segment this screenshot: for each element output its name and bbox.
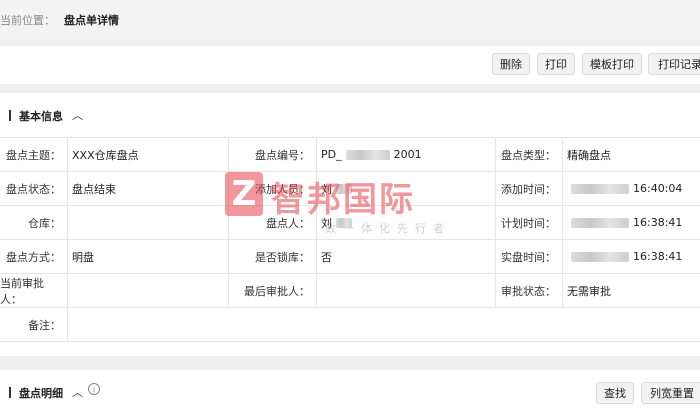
redacted-block — [336, 217, 352, 228]
subject-value: XXX仓库盘点 — [67, 138, 229, 171]
table-row: 盘点状态： 盘点结束 添加人员： 刘 添加时间： 16:40:04 — [0, 172, 700, 206]
adder-name: 刘 — [321, 182, 332, 196]
actualtime-value: 16:38:41 — [562, 240, 700, 273]
detail-title: 盘点明细 — [19, 387, 63, 400]
field-label: 盘点编号： — [255, 148, 310, 162]
chevron-up-icon[interactable]: ︿ — [72, 107, 83, 123]
section-marker — [9, 387, 11, 398]
field-label: 仓库： — [28, 216, 61, 230]
redacted-block — [345, 149, 390, 160]
basic-info-header[interactable]: 基本信息 ︿ — [0, 93, 700, 138]
redacted-block — [571, 183, 629, 194]
code-suffix: 2001 — [393, 148, 422, 161]
page-title: 盘点单详情 — [64, 14, 119, 27]
field-label: 是否锁库： — [255, 250, 310, 264]
delete-button[interactable]: 删除 — [492, 53, 530, 75]
method-value: 明盘 — [67, 240, 229, 273]
field-label: 备注： — [28, 318, 61, 332]
redacted-block — [571, 217, 629, 228]
section-marker — [9, 110, 11, 121]
field-label: 实盘时间： — [501, 250, 556, 264]
field-label: 盘点主题： — [6, 148, 61, 162]
code-value: PD_ 2001 — [316, 138, 496, 171]
actualtime-time: 16:38:41 — [633, 250, 683, 263]
redacted-block — [336, 183, 352, 194]
table-row: 盘点方式： 明盘 是否锁库： 否 实盘时间： 16:38:41 — [0, 240, 700, 274]
redacted-block — [571, 251, 629, 262]
field-label: 计划时间： — [501, 216, 556, 230]
field-label: 最后审批人： — [244, 284, 310, 298]
info-icon[interactable]: i — [88, 383, 100, 395]
status-value: 盘点结束 — [67, 172, 229, 205]
table-row: 当前审批人： 最后审批人： 审批状态： 无需审批 — [0, 274, 700, 308]
addtime-value: 16:40:04 — [562, 172, 700, 205]
type-value: 精确盘点 — [562, 138, 700, 171]
print-log-button[interactable]: 打印记录 — [648, 53, 700, 75]
basic-info-title: 基本信息 — [19, 110, 63, 123]
warehouse-value — [67, 206, 229, 239]
chevron-up-icon[interactable]: ︿ — [72, 384, 83, 400]
table-row: 备注： — [0, 308, 700, 342]
table-row: 仓库： 盘点人： 刘 计划时间： 16:38:41 — [0, 206, 700, 240]
detail-section: 盘点明细 ︿ i 查找 列宽重置 — [0, 370, 700, 408]
field-label: 添加时间： — [501, 182, 556, 196]
counter-value: 刘 — [316, 206, 496, 239]
adder-value: 刘 — [316, 172, 496, 205]
breadcrumb-bar: 当前位置： 盘点单详情 — [0, 0, 700, 40]
reset-column-width-button[interactable]: 列宽重置 — [641, 382, 700, 404]
remark-value — [67, 308, 700, 341]
field-label: 盘点状态： — [6, 182, 61, 196]
field-label: 当前审批人： — [0, 276, 44, 306]
action-toolbar: 删除 打印 模板打印 打印记录 — [0, 46, 700, 84]
search-button[interactable]: 查找 — [596, 382, 634, 404]
field-label: 盘点人： — [266, 216, 310, 230]
cur-approver-value — [67, 274, 229, 307]
approve-status-value: 无需审批 — [562, 274, 700, 307]
last-approver-value — [316, 274, 496, 307]
basic-info-card: 基本信息 ︿ 盘点主题： XXX仓库盘点 盘点编号： PD_ 2001 盘点类型… — [0, 93, 700, 356]
breadcrumb-label: 当前位置： — [0, 14, 55, 27]
field-label: 添加人员： — [255, 182, 310, 196]
plantime-value: 16:38:41 — [562, 206, 700, 239]
print-button[interactable]: 打印 — [537, 53, 575, 75]
lock-value: 否 — [316, 240, 496, 273]
plantime-time: 16:38:41 — [633, 216, 683, 229]
counter-name: 刘 — [321, 216, 332, 230]
table-row: 盘点主题： XXX仓库盘点 盘点编号： PD_ 2001 盘点类型： 精确盘点 — [0, 138, 700, 172]
field-label: 审批状态： — [501, 284, 556, 298]
code-prefix: PD_ — [321, 148, 342, 161]
addtime-time: 16:40:04 — [633, 182, 683, 195]
field-label: 盘点类型： — [501, 148, 556, 162]
basic-info-grid: 盘点主题： XXX仓库盘点 盘点编号： PD_ 2001 盘点类型： 精确盘点 … — [0, 138, 700, 342]
field-label: 盘点方式： — [6, 250, 61, 264]
template-print-button[interactable]: 模板打印 — [582, 53, 642, 75]
